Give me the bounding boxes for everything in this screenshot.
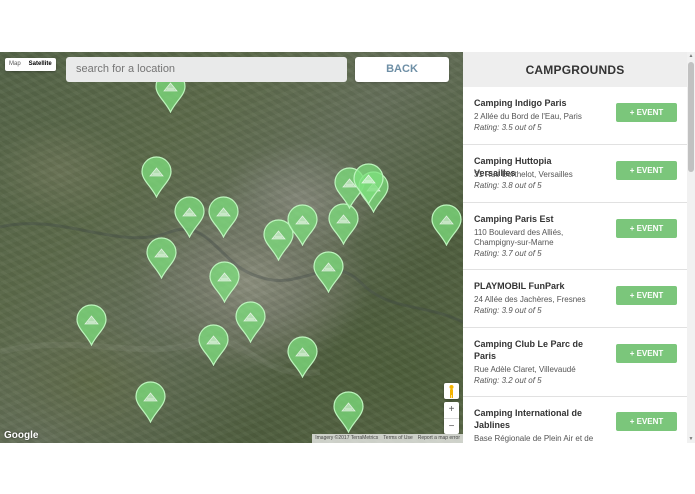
add-event-button[interactable]: + EVENT <box>616 344 677 363</box>
seine-river <box>0 222 463 377</box>
campground-item[interactable]: Camping Club Le Parc de Paris Rue Adèle C… <box>463 328 687 397</box>
add-event-button[interactable]: + EVENT <box>616 161 677 180</box>
zoom-in-button[interactable]: + <box>444 402 459 419</box>
campground-item[interactable]: Camping International de Jablines Base Ré… <box>463 397 687 443</box>
map-type-satellite-button[interactable]: Satellite <box>25 58 56 71</box>
campground-name: Camping International de Jablines <box>474 408 583 430</box>
campground-address: 2 Allée du Bord de l'Eau, Paris <box>474 112 582 121</box>
terms-link[interactable]: Terms of Use <box>383 435 412 442</box>
campground-list: Camping Indigo Paris 2 Allée du Bord de l… <box>463 87 687 443</box>
campground-marker-icon[interactable] <box>198 324 229 366</box>
scrollbar-thumb[interactable] <box>688 62 694 172</box>
campground-address: 31 Rue Berthelot, Versailles <box>474 170 573 179</box>
map-type-map-button[interactable]: Map <box>5 58 25 71</box>
map-attribution: Imagery ©2017 TerraMetrics Terms of Use … <box>312 434 463 443</box>
list-scrollbar[interactable]: ▲ ▼ <box>687 52 695 443</box>
satellite-map[interactable]: Map Satellite BACK + − Google Imagery ©2… <box>0 52 463 443</box>
campground-marker-icon[interactable] <box>209 261 240 303</box>
campground-item[interactable]: PLAYMOBIL FunPark 24 Allée des Jachères, … <box>463 270 687 328</box>
campground-marker-icon[interactable] <box>328 203 359 245</box>
campground-marker-icon[interactable] <box>431 204 462 246</box>
campground-name: Camping Club Le Parc de Paris <box>474 339 584 361</box>
campground-rating: Rating: 3.7 out of 5 <box>474 249 542 258</box>
panel-title: CAMPGROUNDS <box>463 52 687 87</box>
add-event-button[interactable]: + EVENT <box>616 219 677 238</box>
add-event-button[interactable]: + EVENT <box>616 412 677 431</box>
campground-marker-icon[interactable] <box>174 196 205 238</box>
campground-marker-icon[interactable] <box>141 156 172 198</box>
campground-marker-icon[interactable] <box>146 237 177 279</box>
campground-marker-icon[interactable] <box>287 336 318 378</box>
campground-marker-icon[interactable] <box>76 304 107 346</box>
campground-address: 24 Allée des Jachères, Fresnes <box>474 295 586 304</box>
campground-marker-icon[interactable] <box>235 301 266 343</box>
campground-item[interactable]: Camping Indigo Paris 2 Allée du Bord de l… <box>463 87 687 145</box>
imagery-credit: Imagery ©2017 TerraMetrics <box>315 435 379 441</box>
campground-item[interactable]: Camping Paris Est 110 Boulevard des Allié… <box>463 203 687 270</box>
campground-marker-icon[interactable] <box>208 196 239 238</box>
back-button[interactable]: BACK <box>355 57 449 82</box>
report-error-link[interactable]: Report a map error <box>418 435 460 442</box>
campgrounds-panel: CAMPGROUNDS Camping Indigo Paris 2 Allée … <box>463 52 695 443</box>
zoom-control: + − <box>444 402 459 434</box>
campground-address: Base Régionale de Plein Air et de <box>474 434 594 443</box>
app-frame: Map Satellite BACK + − Google Imagery ©2… <box>0 52 695 443</box>
search-input[interactable] <box>66 57 347 82</box>
street-view-pegman-icon[interactable] <box>444 383 459 399</box>
campground-marker-icon[interactable] <box>287 204 318 246</box>
campground-rating: Rating: 3.8 out of 5 <box>474 181 542 190</box>
zoom-out-button[interactable]: − <box>444 419 459 435</box>
campground-address: Rue Adèle Claret, Villevaudé <box>474 365 576 374</box>
map-type-control: Map Satellite <box>5 58 56 71</box>
campground-name: PLAYMOBIL FunPark <box>474 281 565 291</box>
campground-marker-icon[interactable] <box>353 163 384 205</box>
campground-item[interactable]: Camping Huttopia Versailles 31 Rue Berthe… <box>463 145 687 203</box>
add-event-button[interactable]: + EVENT <box>616 286 677 305</box>
campground-marker-icon[interactable] <box>333 391 364 433</box>
google-logo: Google <box>4 430 39 441</box>
campground-name: Camping Paris Est <box>474 214 554 224</box>
campground-name: Camping Indigo Paris <box>474 98 567 108</box>
campground-marker-icon[interactable] <box>313 251 344 293</box>
scroll-down-icon[interactable]: ▼ <box>687 435 695 443</box>
campground-rating: Rating: 3.5 out of 5 <box>474 123 542 132</box>
campground-marker-icon[interactable] <box>135 381 166 423</box>
campground-rating: Rating: 3.2 out of 5 <box>474 376 542 385</box>
campground-address: 110 Boulevard des Alliés, Champigny-sur-… <box>474 228 564 247</box>
add-event-button[interactable]: + EVENT <box>616 103 677 122</box>
campground-rating: Rating: 3.9 out of 5 <box>474 306 542 315</box>
scroll-up-icon[interactable]: ▲ <box>687 52 695 60</box>
